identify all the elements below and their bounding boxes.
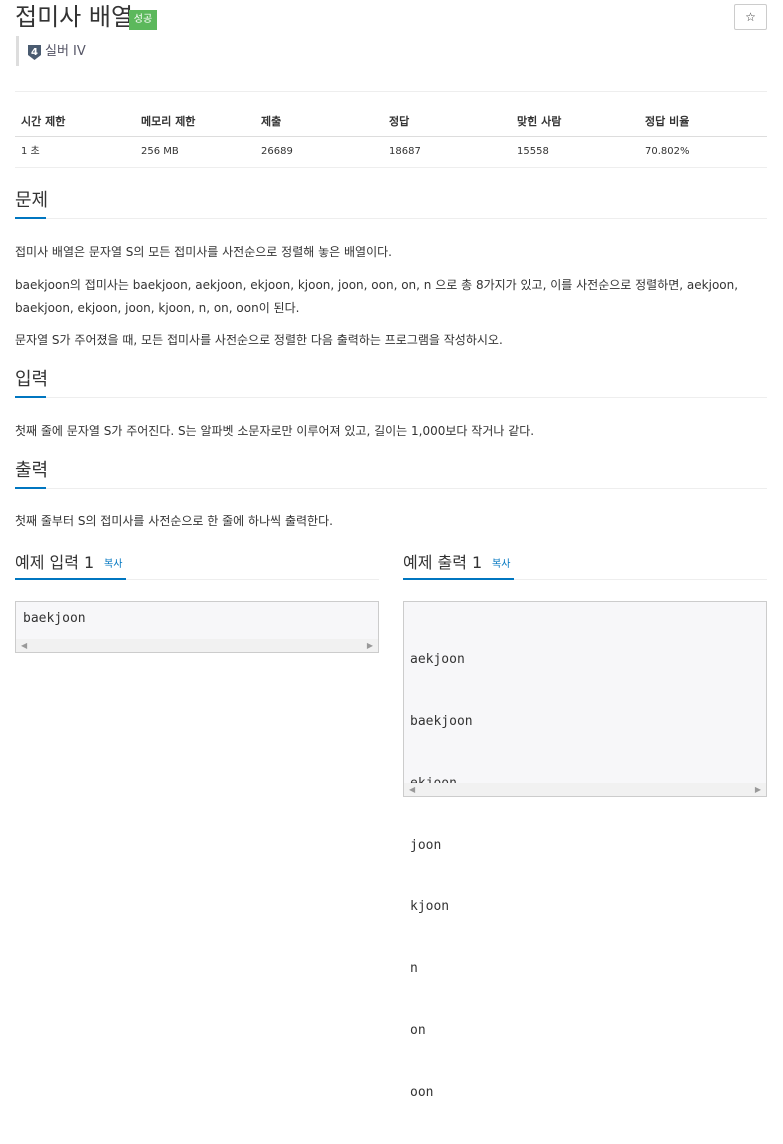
value-solved-users[interactable]: 15558 bbox=[517, 145, 549, 159]
value-memory-limit: 256 MB bbox=[141, 146, 179, 157]
output-line: baekjoon bbox=[410, 713, 473, 729]
description-paragraph: baekjoon, ekjoon, joon, kjoon, n, on, oo… bbox=[15, 301, 300, 315]
value-accepted[interactable]: 18687 bbox=[389, 145, 421, 159]
output-line: aekjoon bbox=[410, 652, 465, 668]
status-badge: 성공 bbox=[129, 10, 157, 30]
scroll-left-icon[interactable]: ◀ bbox=[409, 783, 415, 796]
example-output-title: 예제 출력 1 bbox=[403, 553, 483, 572]
section-underline bbox=[15, 217, 46, 219]
header-time-limit: 시간 제한 bbox=[21, 115, 66, 128]
table-header-divider bbox=[15, 136, 767, 137]
horizontal-scrollbar[interactable]: ◀ ▶ bbox=[16, 639, 378, 652]
star-icon: ☆ bbox=[745, 10, 756, 24]
output-description: 첫째 줄부터 S의 접미사를 사전순으로 한 줄에 하나씩 출력한다. bbox=[15, 514, 333, 528]
section-divider bbox=[15, 218, 767, 219]
copy-input-button[interactable]: 복사 bbox=[104, 558, 122, 572]
scroll-left-icon[interactable]: ◀ bbox=[21, 639, 27, 652]
section-underline bbox=[15, 487, 46, 489]
value-submissions[interactable]: 26689 bbox=[261, 145, 293, 159]
tier-label[interactable]: 실버 IV bbox=[45, 43, 86, 61]
sample-input-text[interactable]: baekjoon bbox=[23, 609, 86, 630]
table-bottom-divider bbox=[15, 167, 767, 168]
page-title: 접미사 배열 bbox=[15, 3, 134, 31]
output-line: kjoon bbox=[410, 899, 450, 915]
example-underline bbox=[15, 578, 126, 580]
section-divider bbox=[15, 397, 767, 398]
section-title-description: 문제 bbox=[15, 190, 49, 211]
star-button[interactable]: ☆ bbox=[734, 4, 767, 30]
tier-badge-icon: 4 bbox=[28, 45, 41, 60]
section-underline bbox=[15, 396, 46, 398]
scroll-right-icon[interactable]: ▶ bbox=[755, 783, 761, 796]
sample-input-box[interactable]: baekjoon ◀ ▶ bbox=[15, 601, 379, 653]
sample-output-text[interactable]: aekjoon baekjoon ekjoon joon kjoon n on … bbox=[410, 609, 473, 1144]
copy-output-button[interactable]: 복사 bbox=[492, 558, 510, 572]
output-line: on bbox=[410, 1022, 426, 1038]
description-paragraph: 접미사 배열은 문자열 S의 모든 접미사를 사전순으로 정렬해 놓은 배열이다… bbox=[15, 245, 392, 259]
section-divider bbox=[15, 488, 767, 489]
section-title-input: 입력 bbox=[15, 369, 49, 390]
example-input-title: 예제 입력 1 bbox=[15, 553, 95, 572]
description-paragraph: 문자열 S가 주어졌을 때, 모든 접미사를 사전순으로 정렬한 다음 출력하는… bbox=[15, 333, 503, 347]
output-line: oon bbox=[410, 1084, 434, 1100]
header-accept-ratio: 정답 비율 bbox=[645, 115, 690, 128]
horizontal-scrollbar[interactable]: ◀ ▶ bbox=[404, 783, 766, 796]
tier-number: 4 bbox=[31, 47, 38, 58]
sample-output-box[interactable]: aekjoon baekjoon ekjoon joon kjoon n on … bbox=[403, 601, 767, 1100]
value-accept-ratio: 70.802% bbox=[645, 146, 690, 157]
value-time-limit: 1 초 bbox=[21, 146, 40, 157]
output-line: n bbox=[410, 961, 418, 977]
header-memory-limit: 메모리 제한 bbox=[141, 115, 196, 128]
tier-divider bbox=[16, 36, 19, 66]
header-accepted: 정답 bbox=[389, 115, 410, 128]
description-paragraph: baekjoon의 접미사는 baekjoon, aekjoon, ekjoon… bbox=[15, 278, 739, 292]
header-solved-users: 맞힌 사람 bbox=[517, 115, 562, 128]
section-title-output: 출력 bbox=[15, 460, 49, 481]
output-line: joon bbox=[410, 837, 442, 853]
table-top-divider bbox=[15, 91, 767, 92]
example-underline bbox=[403, 578, 514, 580]
scroll-right-icon[interactable]: ▶ bbox=[367, 639, 373, 652]
input-description: 첫째 줄에 문자열 S가 주어진다. S는 알파벳 소문자로만 이루어져 있고,… bbox=[15, 424, 535, 438]
header-submissions: 제출 bbox=[261, 115, 282, 128]
